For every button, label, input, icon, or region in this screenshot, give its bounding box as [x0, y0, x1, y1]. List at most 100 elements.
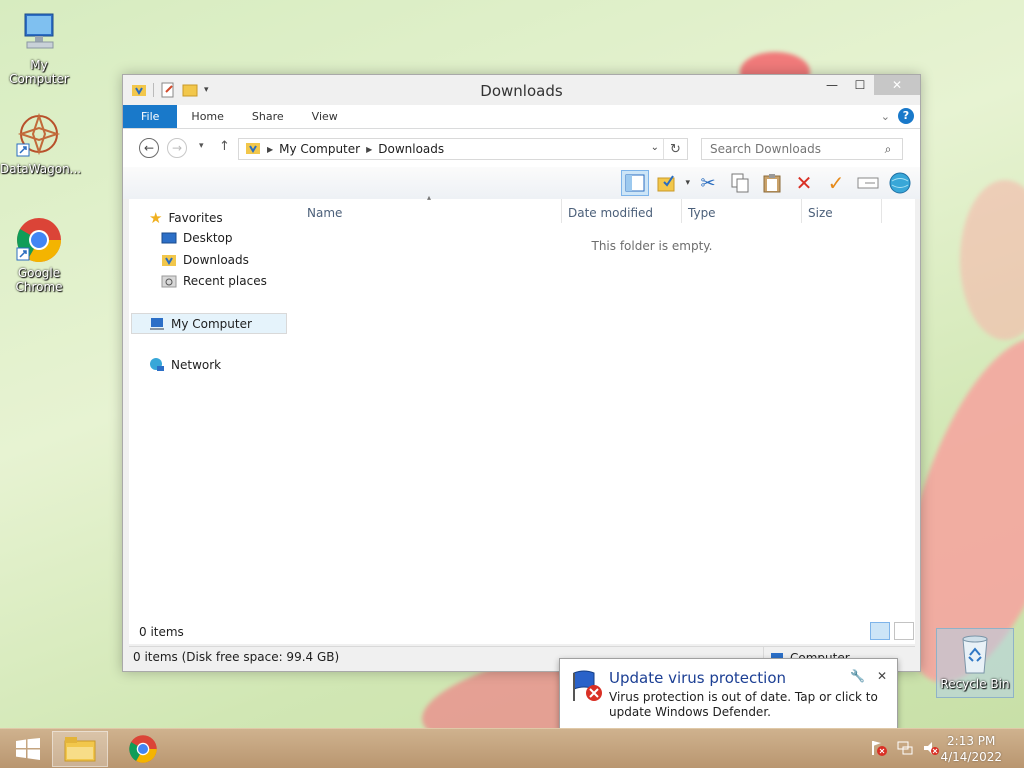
breadcrumb-separator[interactable]: ▶ — [366, 145, 372, 154]
column-header-size[interactable]: Size — [808, 203, 833, 223]
chrome-icon — [129, 735, 157, 763]
minimize-button[interactable]: — — [818, 75, 846, 95]
settings-wrench-icon[interactable]: 🔧 — [850, 669, 865, 683]
clipboard-icon — [763, 174, 781, 193]
apply-button[interactable]: ✓ — [822, 170, 850, 196]
delete-button[interactable]: ✕ — [790, 170, 818, 196]
desktop-icon-my-computer[interactable]: My Computer — [0, 8, 78, 86]
breadcrumb-separator[interactable]: ▶ — [267, 145, 273, 154]
close-icon[interactable]: ✕ — [877, 669, 887, 683]
computer-icon — [15, 8, 63, 56]
recent-locations-icon[interactable]: ▾ — [199, 141, 204, 151]
explorer-window[interactable]: ▾ Downloads — ☐ ✕ File Home Share View ⌄… — [122, 74, 921, 672]
column-header-name[interactable]: Name — [307, 203, 342, 223]
column-separator[interactable] — [561, 199, 562, 223]
nav-item-recent-places[interactable]: Recent places — [161, 273, 267, 289]
nav-item-downloads[interactable]: Downloads — [161, 252, 249, 268]
folder-check-icon — [657, 175, 675, 192]
action-center-warning-icon[interactable] — [870, 739, 888, 757]
rename-icon — [857, 177, 879, 189]
paste-button[interactable] — [758, 170, 786, 196]
nav-item-label: Desktop — [183, 231, 233, 245]
maximize-button[interactable]: ☐ — [846, 75, 874, 95]
column-separator[interactable] — [681, 199, 682, 223]
defender-flag-icon — [570, 669, 604, 706]
preview-pane-button[interactable] — [621, 170, 650, 196]
title-bar[interactable]: ▾ Downloads — ☐ ✕ — [123, 75, 920, 105]
taskbar-chrome[interactable] — [115, 731, 171, 767]
refresh-button[interactable]: ↻ — [663, 139, 687, 159]
breadcrumb-downloads[interactable]: Downloads — [378, 142, 444, 156]
large-icons-view-button[interactable] — [894, 622, 914, 640]
desktop-icon-label: Google Chrome — [15, 266, 63, 294]
cut-button[interactable]: ✂ — [694, 170, 722, 196]
nav-item-my-computer[interactable]: My Computer — [131, 313, 287, 334]
dropdown-icon[interactable]: ▾ — [685, 178, 690, 188]
up-arrow-icon[interactable]: ↑ — [219, 139, 230, 154]
taskbar-clock[interactable]: 2:13 PM 4/14/2022 — [940, 733, 1002, 765]
column-header-date-modified[interactable]: Date modified — [568, 203, 653, 223]
status-text: 0 items (Disk free space: 99.4 GB) — [133, 650, 340, 664]
empty-folder-message: This folder is empty. — [591, 239, 713, 253]
search-icon[interactable]: ⌕ — [878, 142, 898, 157]
help-icon[interactable]: ? — [898, 108, 914, 124]
close-button[interactable]: ✕ — [874, 75, 920, 95]
copy-button[interactable] — [726, 170, 754, 196]
tab-home[interactable]: Home — [177, 105, 237, 128]
expand-ribbon-icon[interactable]: ⌄ — [881, 110, 890, 123]
downloads-folder-icon — [162, 255, 176, 266]
desktop-icon-label: My Computer — [9, 58, 69, 86]
checkmark-icon: ✓ — [827, 171, 845, 195]
desktop-icon-label: DataWagon... — [0, 162, 82, 176]
folder-down-icon — [245, 140, 261, 159]
network-status-icon[interactable] — [896, 739, 914, 760]
address-dropdown-icon[interactable]: ⌄ — [651, 142, 659, 153]
system-tray — [870, 739, 940, 760]
layout-icon — [625, 174, 645, 192]
tab-file[interactable]: File — [123, 105, 178, 128]
clock-time: 2:13 PM — [947, 734, 996, 748]
address-bar[interactable]: ▶ My Computer ▶ Downloads ⌄ ↻ — [238, 138, 688, 160]
nav-item-favorites[interactable]: ★ Favorites — [149, 209, 223, 227]
desktop-icon-recycle-bin[interactable]: Recycle Bin — [936, 628, 1014, 698]
volume-muted-icon[interactable] — [922, 739, 940, 760]
content-area: ★ Favorites Desktop Downloads Recent pla… — [129, 193, 915, 644]
checkmark-folder-button[interactable] — [653, 170, 681, 196]
back-button[interactable]: ← — [139, 138, 159, 158]
desktop-icon-google-chrome[interactable]: Google Chrome — [0, 216, 78, 294]
globe-icon — [889, 172, 911, 194]
file-list[interactable]: ▴ Name Date modified Type Size This fold… — [299, 193, 915, 644]
nav-item-label: Network — [171, 358, 222, 372]
desktop-folder-icon — [161, 232, 177, 244]
tab-view[interactable]: View — [298, 105, 352, 128]
navigation-pane: ★ Favorites Desktop Downloads Recent pla… — [129, 199, 289, 644]
breadcrumb-my-computer[interactable]: My Computer — [279, 142, 360, 156]
items-count: 0 items — [139, 625, 184, 639]
nav-item-network[interactable]: Network — [149, 357, 221, 373]
column-separator[interactable] — [801, 199, 802, 223]
search-input[interactable] — [702, 142, 878, 156]
column-header-type[interactable]: Type — [688, 203, 716, 223]
chrome-icon — [15, 216, 63, 264]
desktop-icon-datawagon[interactable]: DataWagon... — [0, 112, 82, 176]
rename-button[interactable] — [854, 170, 882, 196]
forward-button[interactable]: → — [167, 138, 187, 158]
nav-item-desktop[interactable]: Desktop — [161, 231, 233, 245]
back-arrow-icon: ← — [143, 141, 155, 155]
star-icon: ★ — [149, 209, 163, 227]
search-box[interactable]: ⌕ — [701, 138, 903, 160]
file-explorer-icon — [64, 737, 96, 762]
taskbar-file-explorer[interactable] — [52, 731, 108, 767]
minimize-icon: — — [826, 78, 838, 92]
recycle-bin-icon — [955, 633, 995, 677]
refresh-icon: ↻ — [670, 141, 681, 157]
tab-share[interactable]: Share — [238, 105, 298, 128]
details-view-button[interactable] — [870, 622, 890, 640]
navigation-bar: ← → ▾ ↑ ▶ My Computer ▶ Downloads ⌄ ↻ ⌕ — [123, 129, 920, 167]
network-globe-button[interactable] — [886, 170, 914, 196]
network-icon — [150, 358, 164, 371]
nav-item-label: Recent places — [183, 274, 267, 288]
column-separator[interactable] — [881, 199, 882, 223]
defender-notification[interactable]: Update virus protection 🔧 ✕ Virus protec… — [559, 658, 898, 741]
start-button[interactable] — [0, 731, 56, 767]
